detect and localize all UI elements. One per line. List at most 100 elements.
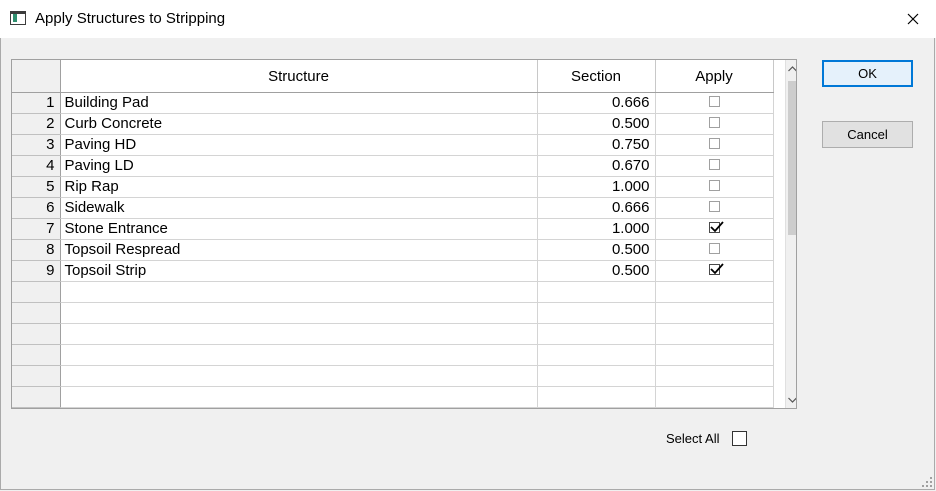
section-cell[interactable] <box>537 344 656 366</box>
empty-row[interactable] <box>12 365 774 387</box>
apply-cell[interactable] <box>655 386 774 408</box>
table-row[interactable]: 3 Paving HD 0.750 <box>12 134 774 156</box>
structure-cell[interactable]: Paving LD <box>60 155 538 177</box>
structure-cell[interactable] <box>60 323 538 345</box>
apply-checkbox[interactable] <box>708 243 720 255</box>
apply-checkbox[interactable] <box>708 138 720 150</box>
section-cell[interactable] <box>537 302 656 324</box>
section-cell[interactable] <box>537 323 656 345</box>
empty-row[interactable] <box>12 386 774 408</box>
section-cell[interactable] <box>537 281 656 303</box>
structure-cell[interactable] <box>60 281 538 303</box>
row-number[interactable] <box>12 302 61 324</box>
structure-cell[interactable] <box>60 365 538 387</box>
table-row[interactable]: 7 Stone Entrance 1.000 <box>12 218 774 240</box>
row-number[interactable] <box>12 323 61 345</box>
row-number[interactable] <box>12 281 61 303</box>
apply-cell[interactable] <box>655 281 774 303</box>
column-header-apply[interactable]: Apply <box>655 60 774 93</box>
apply-checkbox[interactable] <box>708 180 720 192</box>
apply-cell[interactable] <box>655 260 774 282</box>
apply-checkbox[interactable] <box>708 96 720 108</box>
apply-cell[interactable] <box>655 197 774 219</box>
row-number[interactable]: 7 <box>12 218 61 240</box>
app-icon <box>10 11 26 25</box>
structure-cell[interactable] <box>60 302 538 324</box>
apply-checkbox[interactable] <box>708 201 720 213</box>
row-number[interactable]: 3 <box>12 134 61 156</box>
apply-cell[interactable] <box>655 344 774 366</box>
vertical-scrollbar[interactable] <box>785 60 796 408</box>
empty-row[interactable] <box>12 281 774 303</box>
row-number[interactable]: 2 <box>12 113 61 135</box>
checkmark-icon <box>709 221 724 233</box>
section-cell[interactable]: 0.500 <box>537 239 656 261</box>
empty-row[interactable] <box>12 302 774 324</box>
row-number[interactable]: 5 <box>12 176 61 198</box>
row-number[interactable]: 9 <box>12 260 61 282</box>
row-number[interactable] <box>12 344 61 366</box>
apply-cell[interactable] <box>655 92 774 114</box>
apply-cell[interactable] <box>655 218 774 240</box>
section-cell[interactable] <box>537 386 656 408</box>
apply-cell[interactable] <box>655 323 774 345</box>
row-number[interactable]: 1 <box>12 92 61 114</box>
structure-cell[interactable]: Sidewalk <box>60 197 538 219</box>
row-number[interactable] <box>12 386 61 408</box>
empty-row[interactable] <box>12 323 774 345</box>
apply-cell[interactable] <box>655 113 774 135</box>
section-cell[interactable]: 0.500 <box>537 260 656 282</box>
empty-row[interactable] <box>12 344 774 366</box>
apply-cell[interactable] <box>655 239 774 261</box>
cancel-button[interactable]: Cancel <box>822 121 913 148</box>
apply-checkbox[interactable] <box>708 221 724 234</box>
column-header-structure[interactable]: Structure <box>60 60 538 93</box>
section-cell[interactable]: 1.000 <box>537 218 656 240</box>
table-row[interactable]: 4 Paving LD 0.670 <box>12 155 774 177</box>
structure-cell[interactable]: Rip Rap <box>60 176 538 198</box>
structure-cell[interactable] <box>60 386 538 408</box>
structure-cell[interactable]: Topsoil Respread <box>60 239 538 261</box>
structure-cell[interactable] <box>60 344 538 366</box>
row-number[interactable]: 8 <box>12 239 61 261</box>
ok-button[interactable]: OK <box>822 60 913 87</box>
section-cell[interactable]: 0.500 <box>537 113 656 135</box>
apply-checkbox[interactable] <box>708 263 724 276</box>
table-row[interactable]: 6 Sidewalk 0.666 <box>12 197 774 219</box>
scroll-thumb[interactable] <box>788 81 796 235</box>
apply-cell[interactable] <box>655 176 774 198</box>
scroll-down-button[interactable] <box>786 391 796 408</box>
chevron-up-icon <box>787 65 796 71</box>
table-row[interactable]: 1 Building Pad 0.666 <box>12 92 774 114</box>
section-cell[interactable]: 0.670 <box>537 155 656 177</box>
column-header-section[interactable]: Section <box>537 60 656 93</box>
apply-cell[interactable] <box>655 155 774 177</box>
row-number[interactable] <box>12 365 61 387</box>
table-row[interactable]: 5 Rip Rap 1.000 <box>12 176 774 198</box>
apply-cell[interactable] <box>655 302 774 324</box>
structure-cell[interactable]: Building Pad <box>60 92 538 114</box>
apply-checkbox[interactable] <box>708 159 720 171</box>
select-all-checkbox[interactable] <box>732 431 747 446</box>
structure-cell[interactable]: Topsoil Strip <box>60 260 538 282</box>
section-cell[interactable] <box>537 365 656 387</box>
close-button[interactable] <box>890 0 936 38</box>
table-row[interactable]: 8 Topsoil Respread 0.500 <box>12 239 774 261</box>
row-number[interactable]: 4 <box>12 155 61 177</box>
apply-checkbox[interactable] <box>708 117 720 129</box>
structure-cell[interactable]: Stone Entrance <box>60 218 538 240</box>
apply-cell[interactable] <box>655 365 774 387</box>
section-cell[interactable]: 1.000 <box>537 176 656 198</box>
resize-grip-icon[interactable] <box>921 476 933 488</box>
structure-cell[interactable]: Curb Concrete <box>60 113 538 135</box>
apply-cell[interactable] <box>655 134 774 156</box>
structure-cell[interactable]: Paving HD <box>60 134 538 156</box>
structures-grid[interactable]: Structure Section Apply 1 Building Pad 0.6… <box>11 59 797 409</box>
scroll-up-button[interactable] <box>786 60 796 77</box>
section-cell[interactable]: 0.750 <box>537 134 656 156</box>
table-row[interactable]: 9 Topsoil Strip 0.500 <box>12 260 774 282</box>
table-row[interactable]: 2 Curb Concrete 0.500 <box>12 113 774 135</box>
section-cell[interactable]: 0.666 <box>537 197 656 219</box>
row-number[interactable]: 6 <box>12 197 61 219</box>
section-cell[interactable]: 0.666 <box>537 92 656 114</box>
